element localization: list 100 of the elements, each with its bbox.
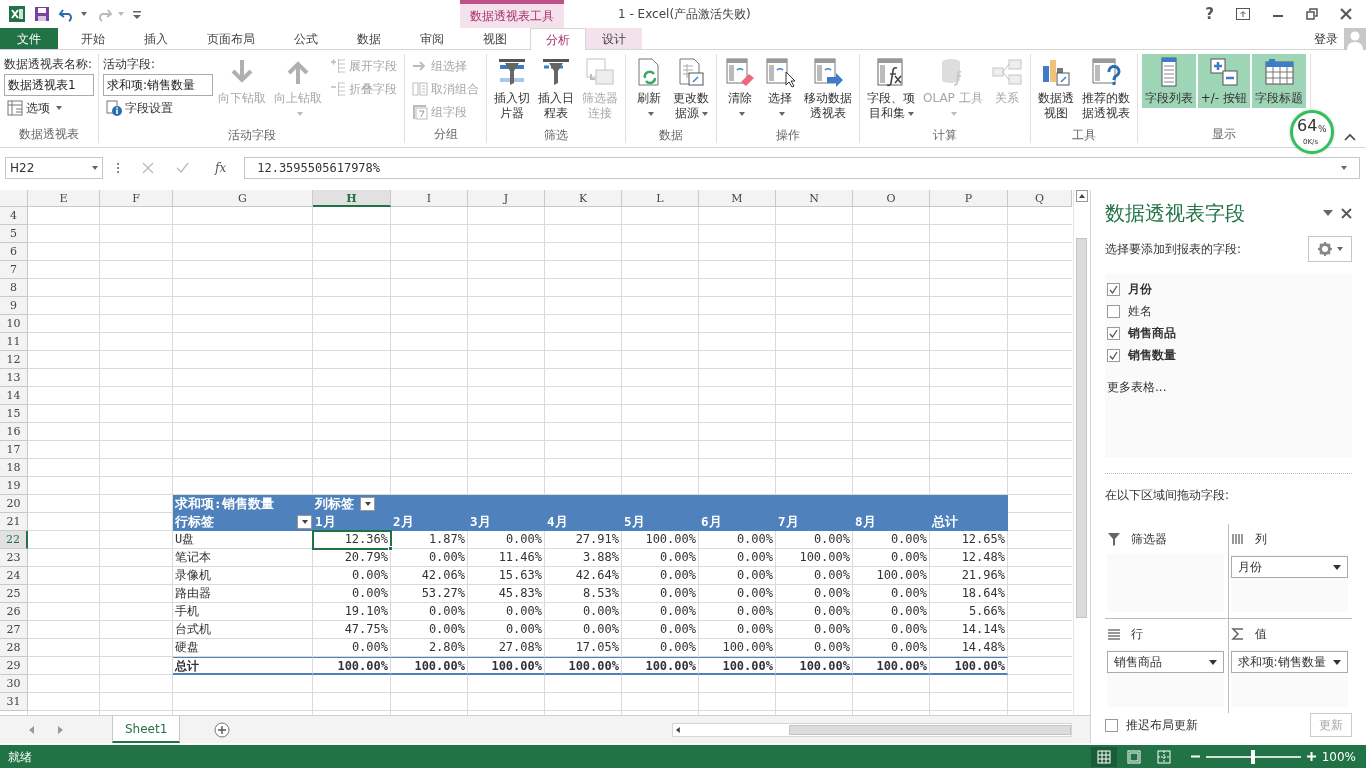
save-icon[interactable] <box>34 6 50 22</box>
restore-icon[interactable] <box>1306 8 1318 20</box>
scroll-thumb[interactable] <box>788 724 1071 735</box>
table-cell[interactable]: 100.00% <box>930 657 1008 675</box>
ribbon-button[interactable]: 选择 <box>761 54 799 126</box>
field-name[interactable]: 销售商品 <box>1128 324 1176 342</box>
ribbon-tab[interactable]: 文件 <box>0 28 58 49</box>
row-header[interactable]: 12 <box>0 351 28 369</box>
ribbon-button[interactable]: 插入切片器 <box>491 54 533 126</box>
sheet-tab[interactable]: Sheet1 <box>112 716 181 743</box>
row-header[interactable]: 14 <box>0 387 28 405</box>
row-header[interactable]: 20 <box>0 495 28 513</box>
row-header[interactable]: 27 <box>0 621 28 639</box>
scroll-up-icon[interactable] <box>1075 190 1088 202</box>
ribbon-tab[interactable]: 开始 <box>65 28 121 49</box>
tools-button[interactable] <box>1308 236 1352 262</box>
toggle-button[interactable]: +/- 按钮 <box>1197 54 1250 108</box>
row-header[interactable]: 30 <box>0 675 28 693</box>
row-header[interactable]: 28 <box>0 639 28 657</box>
scroll-thumb[interactable] <box>1076 238 1087 618</box>
ribbon-tab[interactable]: 审阅 <box>404 28 460 49</box>
row-header[interactable]: 6 <box>0 243 28 261</box>
ribbon-tab[interactable]: 视图 <box>467 28 523 49</box>
row-header[interactable]: 17 <box>0 441 28 459</box>
ribbon-tab[interactable]: 设计 <box>586 28 642 49</box>
vertical-scrollbar[interactable] <box>1073 190 1089 715</box>
ribbon-button[interactable]: 清除 <box>721 54 759 126</box>
zoom-level[interactable]: 100% <box>1321 747 1356 766</box>
table-cell[interactable]: 100.00% <box>391 657 468 675</box>
close-icon[interactable] <box>1340 8 1352 20</box>
column-header[interactable]: P <box>930 190 1008 207</box>
ribbon-tab[interactable]: 分析 <box>530 28 586 50</box>
insert-function-button[interactable]: fx <box>211 159 231 177</box>
table-cell[interactable]: 100.00% <box>313 657 391 675</box>
checkbox[interactable] <box>1105 718 1118 732</box>
slider-thumb[interactable] <box>1251 749 1256 764</box>
row-header[interactable]: 19 <box>0 477 28 495</box>
checkbox[interactable] <box>1107 326 1120 340</box>
formula-field[interactable]: 12.3595505617978% <box>244 157 1360 179</box>
row-header[interactable]: 21 <box>0 513 28 531</box>
text-field[interactable]: 数据透视表1 <box>4 74 94 96</box>
zoom-in-icon[interactable] <box>1306 752 1316 761</box>
ribbon-button[interactable]: 推荐的数据透视表 <box>1078 54 1133 126</box>
column-header[interactable]: N <box>776 190 853 207</box>
row-header[interactable]: 22 <box>0 531 28 549</box>
view-button[interactable] <box>1090 746 1117 767</box>
table-cell[interactable]: 100.00% <box>622 657 699 675</box>
checkbox[interactable] <box>1107 282 1120 296</box>
filter-dropdown-button[interactable] <box>297 514 312 529</box>
help-button[interactable]: ? <box>1205 2 1214 26</box>
row-header[interactable]: 31 <box>0 693 28 711</box>
table-cell[interactable]: 100.00% <box>545 657 622 675</box>
table-cell[interactable]: 100.00% <box>468 657 545 675</box>
ribbon-button[interactable]: 更改数据源 <box>670 54 712 126</box>
column-header[interactable]: H <box>313 190 391 207</box>
column-header[interactable]: K <box>545 190 622 207</box>
column-header[interactable]: F <box>100 190 173 207</box>
row-header[interactable]: 9 <box>0 297 28 315</box>
customize-icon[interactable] <box>132 8 142 20</box>
column-header[interactable]: J <box>468 190 545 207</box>
checkbox[interactable] <box>1107 304 1120 318</box>
text-field[interactable]: 求和项:销售数量 <box>103 74 213 96</box>
row-header[interactable]: 4 <box>0 207 28 225</box>
field-name[interactable]: 月份 <box>1128 280 1152 298</box>
row-header[interactable]: 26 <box>0 603 28 621</box>
ribbon-button[interactable]: 数据透视图 <box>1034 54 1077 126</box>
ribbon-tab[interactable]: 插入 <box>128 28 184 49</box>
toggle-button[interactable]: 字段标题 <box>1251 54 1306 108</box>
column-header[interactable]: O <box>853 190 930 207</box>
table-cell[interactable]: 100.00% <box>699 657 776 675</box>
row-header[interactable]: 18 <box>0 459 28 477</box>
row-header[interactable]: 13 <box>0 369 28 387</box>
sheet-nav-right-icon[interactable] <box>56 724 64 735</box>
ribbon-button[interactable]: 字段、项目和集 <box>864 54 918 126</box>
row-header[interactable]: 15 <box>0 405 28 423</box>
field-dropdown[interactable]: 销售商品 <box>1107 651 1224 673</box>
field-name[interactable]: 销售数量 <box>1128 346 1176 364</box>
row-header[interactable]: 25 <box>0 585 28 603</box>
field-name[interactable]: 姓名 <box>1128 302 1152 320</box>
row-header[interactable]: 7 <box>0 261 28 279</box>
ribbon-button[interactable]: 选项 <box>4 97 94 119</box>
close-icon[interactable] <box>1341 207 1352 219</box>
field-dropdown[interactable]: 求和项:销售数量 <box>1230 651 1348 673</box>
ribbon-tab[interactable]: 数据 <box>341 28 397 49</box>
row-header[interactable]: 11 <box>0 333 28 351</box>
more-tables-link[interactable]: 更多表格... <box>1107 378 1350 396</box>
row-header[interactable]: 24 <box>0 567 28 585</box>
sign-in-link[interactable]: 登录 <box>1314 29 1338 48</box>
ribbon-tab[interactable]: 公式 <box>278 28 334 49</box>
ribbon-button[interactable]: 移动数据透视表 <box>801 54 855 126</box>
table-cell[interactable]: 100.00% <box>776 657 853 675</box>
table-cell[interactable]: 12.36% <box>313 531 391 549</box>
row-header[interactable]: 16 <box>0 423 28 441</box>
column-header[interactable]: Q <box>1008 190 1072 207</box>
column-header[interactable]: I <box>391 190 468 207</box>
field-dropdown[interactable]: 月份 <box>1230 556 1348 578</box>
row-header[interactable]: 10 <box>0 315 28 333</box>
table-cell[interactable]: 100.00% <box>853 657 930 675</box>
column-header[interactable]: G <box>173 190 313 207</box>
row-header[interactable]: 29 <box>0 657 28 675</box>
